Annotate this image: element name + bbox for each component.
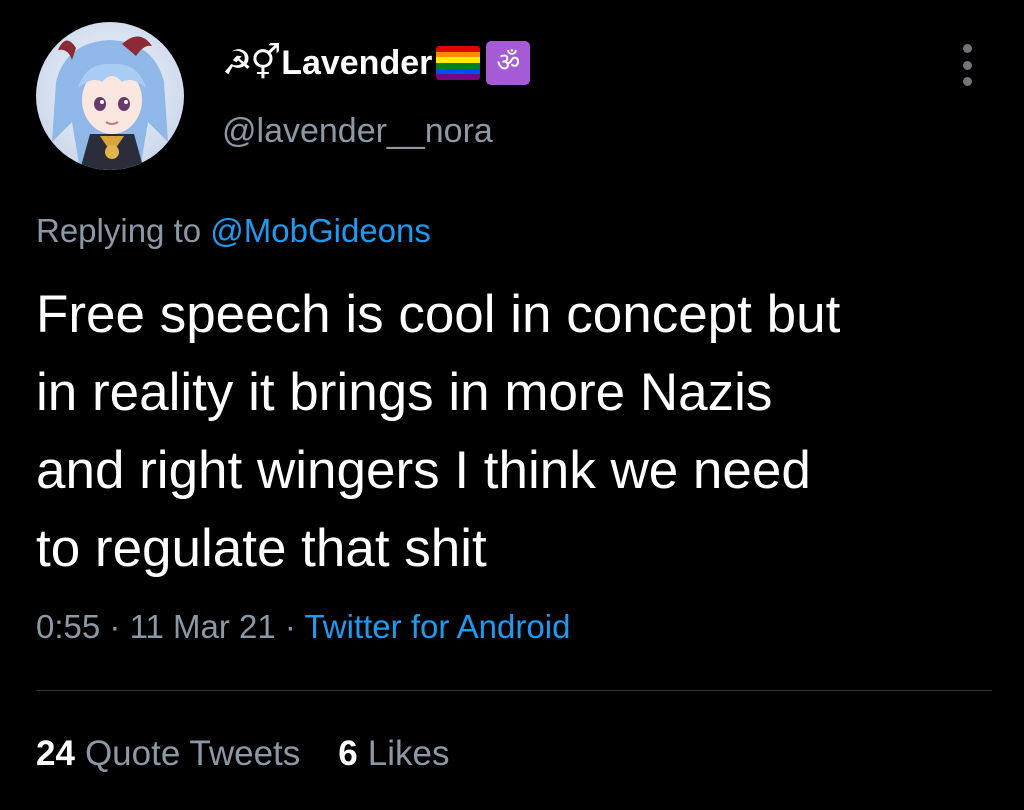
rainbow-flag-icon	[436, 46, 481, 80]
avatar-image	[36, 22, 184, 170]
tweet: ☭⚥ Lavender ॐ @lavender__nora Replying t…	[0, 0, 1024, 810]
tweet-date: 11 Mar 21	[129, 608, 276, 645]
more-dot	[962, 77, 972, 86]
om-icon: ॐ	[486, 41, 531, 85]
meta-separator: ·	[109, 608, 121, 645]
likes-stat[interactable]: 6 Likes	[338, 734, 449, 774]
tweet-meta: 0:55 · 11 Mar 21 · Twitter for Android	[36, 608, 570, 646]
divider	[36, 690, 992, 691]
tweet-source-link[interactable]: Twitter for Android	[304, 608, 570, 645]
user-handle[interactable]: @lavender__nora	[222, 112, 493, 151]
tweet-stats: 24 Quote Tweets 6 Likes	[36, 734, 487, 774]
quote-tweets-stat[interactable]: 24 Quote Tweets	[36, 734, 300, 774]
tweet-text: Free speech is cool in concept but in re…	[36, 285, 841, 578]
display-name[interactable]: Lavender	[281, 44, 432, 83]
replying-prefix: Replying to	[36, 212, 202, 249]
more-options-icon[interactable]	[954, 40, 980, 90]
likes-label: Likes	[367, 734, 450, 773]
avatar[interactable]	[36, 22, 184, 170]
more-dot	[962, 44, 972, 53]
tweet-time: 0:55	[36, 608, 101, 645]
reply-mention-link[interactable]: @MobGideons	[210, 212, 431, 249]
likes-count: 6	[338, 734, 358, 773]
replying-to: Replying to @MobGideons	[36, 212, 431, 250]
name-symbols: ☭⚥	[222, 43, 281, 83]
display-name-row: ☭⚥ Lavender ॐ	[222, 40, 531, 86]
meta-separator: ·	[284, 608, 296, 645]
quote-tweets-label: Quote Tweets	[84, 734, 301, 773]
more-dot	[962, 60, 972, 70]
quote-tweets-count: 24	[36, 734, 75, 773]
